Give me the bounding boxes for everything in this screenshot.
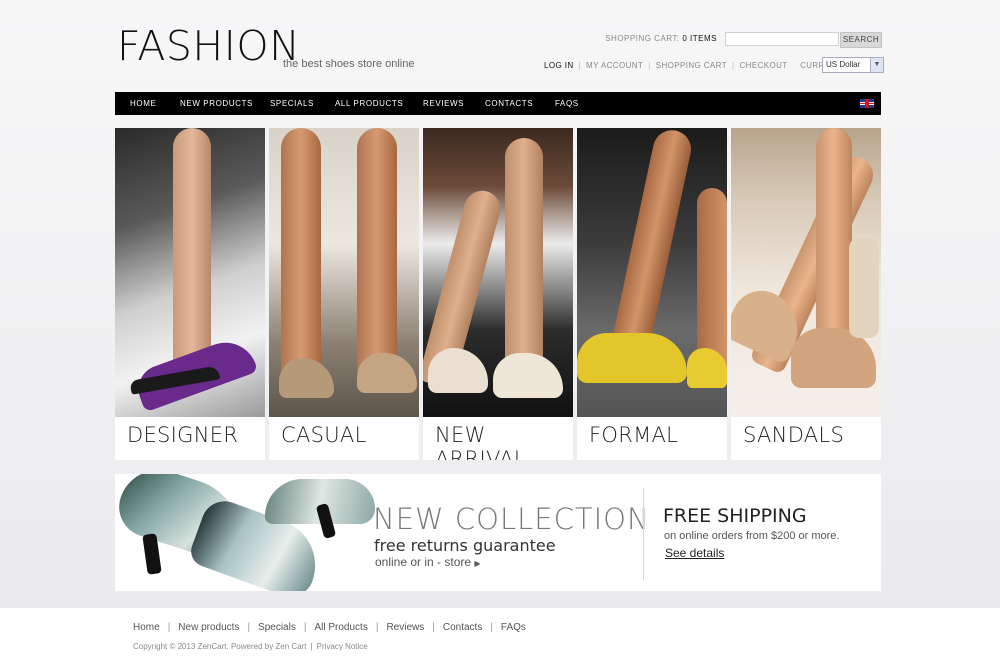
logo-tagline: the best shoes store online — [283, 58, 415, 70]
category-photo — [731, 128, 881, 417]
see-details-link[interactable]: See details — [665, 546, 724, 560]
footer-link-reviews[interactable]: Reviews — [386, 622, 424, 633]
store-logo[interactable]: FASHION — [117, 26, 300, 67]
category-tile-casual[interactable]: CASUAL — [269, 128, 419, 460]
category-tile-formal[interactable]: FORMAL — [577, 128, 727, 460]
promo-divider — [643, 488, 644, 580]
privacy-notice-link[interactable]: Privacy Notice — [317, 642, 368, 651]
category-photo — [115, 128, 265, 417]
checkout-link[interactable]: CHECKOUT — [739, 61, 787, 70]
nav-item-contacts[interactable]: CONTACTS — [485, 92, 533, 115]
cart-summary[interactable]: SHOPPING CART: 0 ITEMS — [605, 34, 717, 43]
category-label: CASUAL — [281, 423, 367, 447]
login-link[interactable]: LOG IN — [544, 61, 574, 70]
category-photo — [423, 128, 573, 417]
footer-link-specials[interactable]: Specials — [258, 622, 296, 633]
shopping-cart-link[interactable]: SHOPPING CART — [656, 61, 727, 70]
promo-title: NEW COLLECTION — [373, 502, 650, 536]
uk-flag-icon[interactable] — [860, 99, 874, 108]
nav-item-faqs[interactable]: FAQS — [555, 92, 579, 115]
currency-value: US Dollar — [826, 60, 861, 69]
nav-item-reviews[interactable]: REVIEWS — [423, 92, 464, 115]
main-navigation: HOME NEW PRODUCTS SPECIALS ALL PRODUCTS … — [115, 92, 881, 115]
cart-count: 0 ITEMS — [682, 34, 717, 43]
footer-link-contacts[interactable]: Contacts — [443, 622, 482, 633]
search-input[interactable] — [725, 32, 839, 46]
nav-item-home[interactable]: HOME — [130, 92, 156, 115]
copyright: Copyright © 2013 ZenCart. Powered by Zen… — [133, 642, 368, 651]
nav-item-new-products[interactable]: NEW PRODUCTS — [180, 92, 253, 115]
promo-shoe-image — [115, 474, 377, 591]
shipping-subtitle: on online orders from $200 or more. — [664, 530, 840, 542]
shipping-title: FREE SHIPPING — [663, 505, 807, 527]
category-tile-designer[interactable]: DESIGNER — [115, 128, 265, 460]
caret-right-icon: ▶ — [474, 559, 481, 568]
footer: Home | New products | Specials | All Products |… — [0, 608, 1000, 668]
nav-item-specials[interactable]: SPECIALS — [270, 92, 314, 115]
category-label: SANDALS — [743, 423, 845, 447]
account-links: LOG IN | MY ACCOUNT | SHOPPING CART | CHECKOUT… — [544, 61, 860, 70]
category-tile-new-arrival[interactable]: NEW ARRIVAL — [423, 128, 573, 460]
promo-subtitle-2: online or in - store ▶ — [375, 555, 481, 569]
category-tile-sandals[interactable]: SANDALS — [731, 128, 881, 460]
footer-link-new-products[interactable]: New products — [178, 622, 239, 633]
category-photo — [577, 128, 727, 417]
chevron-down-icon: ▼ — [870, 58, 883, 72]
footer-nav: Home | New products | Specials | All Products |… — [133, 622, 526, 633]
nav-item-all-products[interactable]: ALL PRODUCTS — [335, 92, 403, 115]
logo-text: FASHION — [117, 22, 301, 70]
footer-link-faqs[interactable]: FAQs — [501, 622, 526, 633]
category-label: DESIGNER — [127, 423, 239, 447]
promo-subtitle: free returns guarantee — [374, 536, 556, 555]
category-photo — [269, 128, 419, 417]
cart-label: SHOPPING CART: — [605, 34, 680, 43]
copyright-text: Copyright © 2013 ZenCart. Powered by Zen… — [133, 642, 307, 651]
category-label: FORMAL — [589, 423, 679, 447]
footer-link-all-products[interactable]: All Products — [314, 622, 367, 633]
category-label: NEW ARRIVAL — [435, 423, 526, 460]
search-button[interactable]: SEARCH — [840, 32, 882, 48]
currency-select[interactable]: US Dollar ▼ — [822, 57, 884, 73]
promo-banner[interactable]: NEW COLLECTION free returns guarantee on… — [115, 474, 881, 591]
footer-link-home[interactable]: Home — [133, 622, 160, 633]
my-account-link[interactable]: MY ACCOUNT — [586, 61, 643, 70]
